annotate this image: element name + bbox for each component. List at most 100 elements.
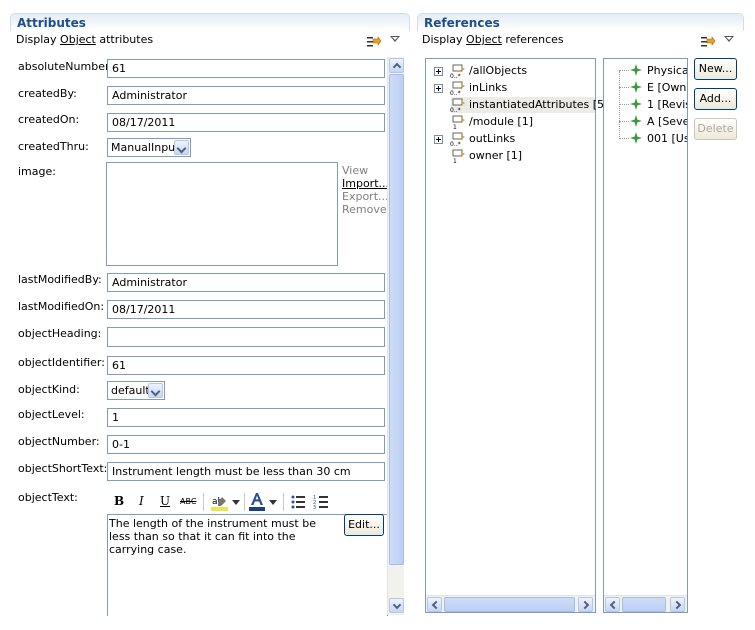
object-heading-label: objectHeading: xyxy=(18,327,102,340)
numbered-list-icon[interactable]: 1 2 3 xyxy=(313,494,329,510)
filter-sync-icon[interactable] xyxy=(366,35,382,49)
scroll-left-button[interactable] xyxy=(605,597,620,612)
attribute-gem-icon xyxy=(630,98,642,110)
absolute-number-field[interactable]: 61 xyxy=(107,59,385,78)
object-number-field[interactable]: 0-1 xyxy=(107,435,385,454)
last-modified-by-field[interactable]: Administrator xyxy=(107,273,385,292)
chevron-down-icon[interactable] xyxy=(269,500,277,506)
created-thru-value: ManualInput xyxy=(111,141,180,154)
svg-text:0..*: 0..* xyxy=(450,107,461,112)
tree-node-module[interactable]: /module [1] xyxy=(469,114,533,130)
remove-image-link[interactable]: Remove xyxy=(342,203,387,216)
attributes-subtitle: Display Object attributes xyxy=(16,33,154,46)
reference-tree[interactable]: 0..* /allObjects 0..* inLinks 0..* insta… xyxy=(425,58,608,613)
references-title: References xyxy=(424,16,500,30)
created-thru-label: createdThru: xyxy=(18,140,89,153)
references-subject-link[interactable]: Object xyxy=(466,33,502,46)
chevron-down-icon[interactable] xyxy=(148,383,163,398)
references-view-tab[interactable]: References xyxy=(417,13,744,31)
object-short-text-field[interactable]: Instrument length must be less than 30 c… xyxy=(107,462,385,481)
list-item[interactable]: 001 [Us xyxy=(647,131,687,147)
view-menu-icon[interactable] xyxy=(724,36,734,42)
scroll-left-button[interactable] xyxy=(427,597,442,612)
svg-text:0..*: 0..* xyxy=(450,141,461,146)
tree-node-all-objects[interactable]: /allObjects xyxy=(469,63,527,79)
tree-line xyxy=(619,138,629,139)
export-image-link[interactable]: Export... xyxy=(342,190,389,203)
filter-sync-icon[interactable] xyxy=(700,35,716,49)
attribute-gem-icon xyxy=(630,64,642,76)
image-box[interactable] xyxy=(106,162,338,266)
font-color-icon[interactable] xyxy=(248,492,266,512)
list-item[interactable]: E [Owne xyxy=(647,80,687,96)
created-on-label: createdOn: xyxy=(18,113,80,126)
edit-button[interactable]: Edit... xyxy=(344,514,384,536)
created-on-field[interactable]: 08/17/2011 xyxy=(107,113,385,132)
object-identifier-field[interactable]: 61 xyxy=(107,356,385,375)
view-image-link[interactable]: View xyxy=(342,164,368,177)
reference-type-icon: 0..* xyxy=(450,81,465,95)
list-item[interactable]: Physical xyxy=(647,63,687,79)
attributes-view-tab[interactable]: Attributes xyxy=(10,13,410,31)
toolbar-divider xyxy=(244,493,245,511)
reference-type-icon: 0..* xyxy=(450,98,465,112)
reference-type-icon: 1 xyxy=(452,149,465,163)
tree-line xyxy=(619,121,629,122)
created-by-label: createdBy: xyxy=(18,87,77,100)
chevron-down-icon[interactable] xyxy=(174,140,189,155)
tree-node-in-links[interactable]: inLinks xyxy=(469,80,507,96)
attributes-subject-link[interactable]: Object xyxy=(60,33,96,46)
scroll-thumb[interactable] xyxy=(444,597,575,612)
reference-type-icon: 0..* xyxy=(450,64,465,78)
created-by-field[interactable]: Administrator xyxy=(107,86,385,105)
tree-line xyxy=(619,87,629,88)
tree-node-instantiated-attributes[interactable]: instantiatedAttributes [5] xyxy=(469,97,608,113)
object-short-text-label: objectShortText: xyxy=(18,462,108,475)
scroll-up-button[interactable] xyxy=(389,58,404,73)
object-text-label: objectText: xyxy=(18,491,78,504)
tree-node-owner[interactable]: owner [1] xyxy=(469,148,522,164)
tree-horizontal-scrollbar[interactable] xyxy=(426,595,595,612)
highlight-color-icon[interactable]: ab xyxy=(210,494,230,512)
last-modified-on-label: lastModifiedOn: xyxy=(18,300,105,313)
scroll-right-button[interactable] xyxy=(578,597,593,612)
view-menu-icon[interactable] xyxy=(390,36,400,42)
scroll-thumb[interactable] xyxy=(389,74,404,565)
attribute-gem-icon xyxy=(630,115,642,127)
object-level-label: objectLevel: xyxy=(18,408,85,421)
bold-button[interactable]: B xyxy=(114,494,134,514)
scroll-right-button[interactable] xyxy=(670,597,685,612)
list-item[interactable]: 1 [Revis xyxy=(647,97,687,113)
list-item[interactable]: A [Seve xyxy=(647,114,687,130)
object-kind-select[interactable]: default xyxy=(107,381,165,400)
attributes-title: Attributes xyxy=(17,16,86,30)
svg-text:0..*: 0..* xyxy=(450,90,461,95)
image-label: image: xyxy=(18,165,56,178)
svg-text:3: 3 xyxy=(313,505,316,510)
new-button[interactable]: New... xyxy=(694,58,737,80)
tree-node-out-links[interactable]: outLinks xyxy=(469,131,515,147)
underline-button[interactable]: U xyxy=(160,494,180,514)
reference-type-icon: 0..* xyxy=(450,132,465,146)
last-modified-on-field[interactable]: 08/17/2011 xyxy=(107,300,385,319)
bullet-list-icon[interactable] xyxy=(290,494,306,510)
import-image-link[interactable]: Import... xyxy=(342,177,389,190)
created-thru-select[interactable]: ManualInput xyxy=(107,138,191,157)
object-heading-field[interactable] xyxy=(107,327,385,347)
scroll-down-button[interactable] xyxy=(389,598,404,613)
expand-icon[interactable] xyxy=(434,135,443,144)
list-horizontal-scrollbar[interactable] xyxy=(604,595,687,612)
reference-type-icon: 1 xyxy=(452,115,465,129)
delete-button[interactable]: Delete xyxy=(694,118,737,140)
attributes-vertical-scrollbar[interactable] xyxy=(387,57,404,615)
object-level-field[interactable]: 1 xyxy=(107,408,385,427)
toolbar-divider xyxy=(283,493,284,511)
svg-text:0..*: 0..* xyxy=(450,73,461,78)
expand-icon[interactable] xyxy=(434,84,443,93)
scroll-thumb[interactable] xyxy=(622,597,666,612)
italic-button[interactable]: I xyxy=(139,494,159,514)
add-button[interactable]: Add... xyxy=(694,88,737,110)
expand-icon[interactable] xyxy=(434,67,443,76)
chevron-down-icon[interactable] xyxy=(232,500,240,506)
reference-list[interactable]: Physical E [Owne 1 [Revis A [Seve 001 [U… xyxy=(603,58,688,613)
